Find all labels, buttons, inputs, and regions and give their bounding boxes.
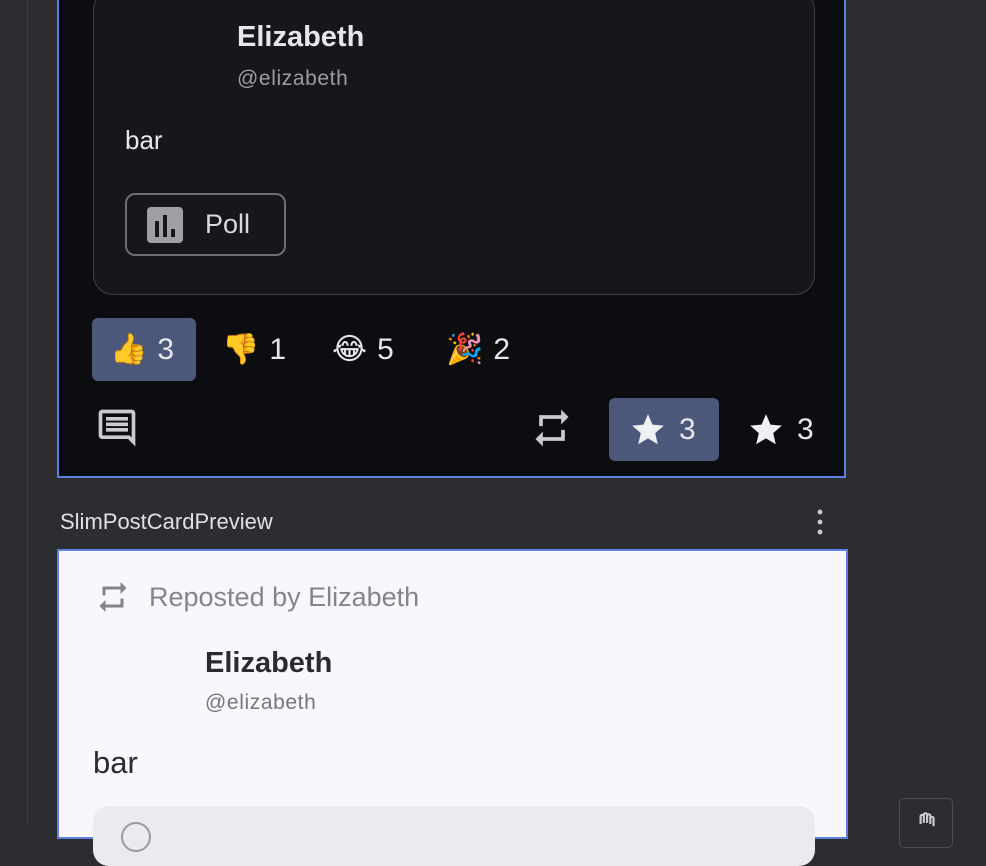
poll-icon xyxy=(147,206,183,243)
slim-post-card-preview[interactable]: Reposted by Elizabeth Elizabeth @elizabe… xyxy=(57,549,848,866)
reaction-count: 1 xyxy=(269,332,287,366)
preview-name-label: SlimPostCardPreview xyxy=(60,509,273,534)
hand-tool-button[interactable] xyxy=(899,798,953,848)
poll-label: Poll xyxy=(205,209,251,239)
thumbs-up-emoji: 👍 xyxy=(110,332,148,367)
repost-label: Reposted by Elizabeth xyxy=(149,581,420,612)
laughing-emoji: 😂 xyxy=(332,332,368,367)
reaction-count: 5 xyxy=(377,332,394,366)
hand-icon xyxy=(919,812,935,827)
reaction-laughing[interactable]: 😂 5 xyxy=(332,318,394,381)
thumbs-down-emoji: 👎 xyxy=(222,332,260,367)
quoted-post-card[interactable] xyxy=(93,806,815,866)
more-vert-icon[interactable] xyxy=(808,507,832,537)
favorite-count: 3 xyxy=(679,412,696,446)
author-name: Elizabeth xyxy=(205,647,333,679)
reaction-thumbs-down[interactable]: 👎 1 xyxy=(222,318,286,381)
post-body: bar xyxy=(93,745,138,780)
avatar xyxy=(121,822,151,852)
comment-icon[interactable] xyxy=(95,406,139,450)
author-name: Elizabeth xyxy=(237,21,365,53)
author-handle: @elizabeth xyxy=(205,691,317,714)
star-icon xyxy=(632,413,664,444)
repost-icon[interactable] xyxy=(530,406,574,450)
post-body: bar xyxy=(125,125,163,155)
reaction-count: 2 xyxy=(493,332,511,366)
reaction-count: 3 xyxy=(157,332,175,366)
dark-post-preview[interactable]: Elizabeth @elizabeth bar Poll 👍 3 👎 1 😂 … xyxy=(57,0,846,478)
boost-count: 3 xyxy=(797,412,814,446)
repost-icon xyxy=(99,582,127,612)
repost-header: Reposted by Elizabeth xyxy=(95,579,419,615)
author-handle: @elizabeth xyxy=(237,67,349,90)
poll-chip[interactable]: Poll xyxy=(125,193,286,256)
reaction-thumbs-up[interactable]: 👍 3 xyxy=(92,318,196,381)
star-icon xyxy=(750,413,782,444)
boost-button[interactable]: 3 xyxy=(747,398,814,461)
editor-divider xyxy=(27,0,28,826)
quoted-post-card[interactable]: Elizabeth @elizabeth bar Poll xyxy=(93,0,815,295)
reaction-party[interactable]: 🎉 2 xyxy=(446,318,510,381)
party-emoji: 🎉 xyxy=(446,332,484,367)
favorite-button[interactable]: 3 xyxy=(609,398,719,461)
